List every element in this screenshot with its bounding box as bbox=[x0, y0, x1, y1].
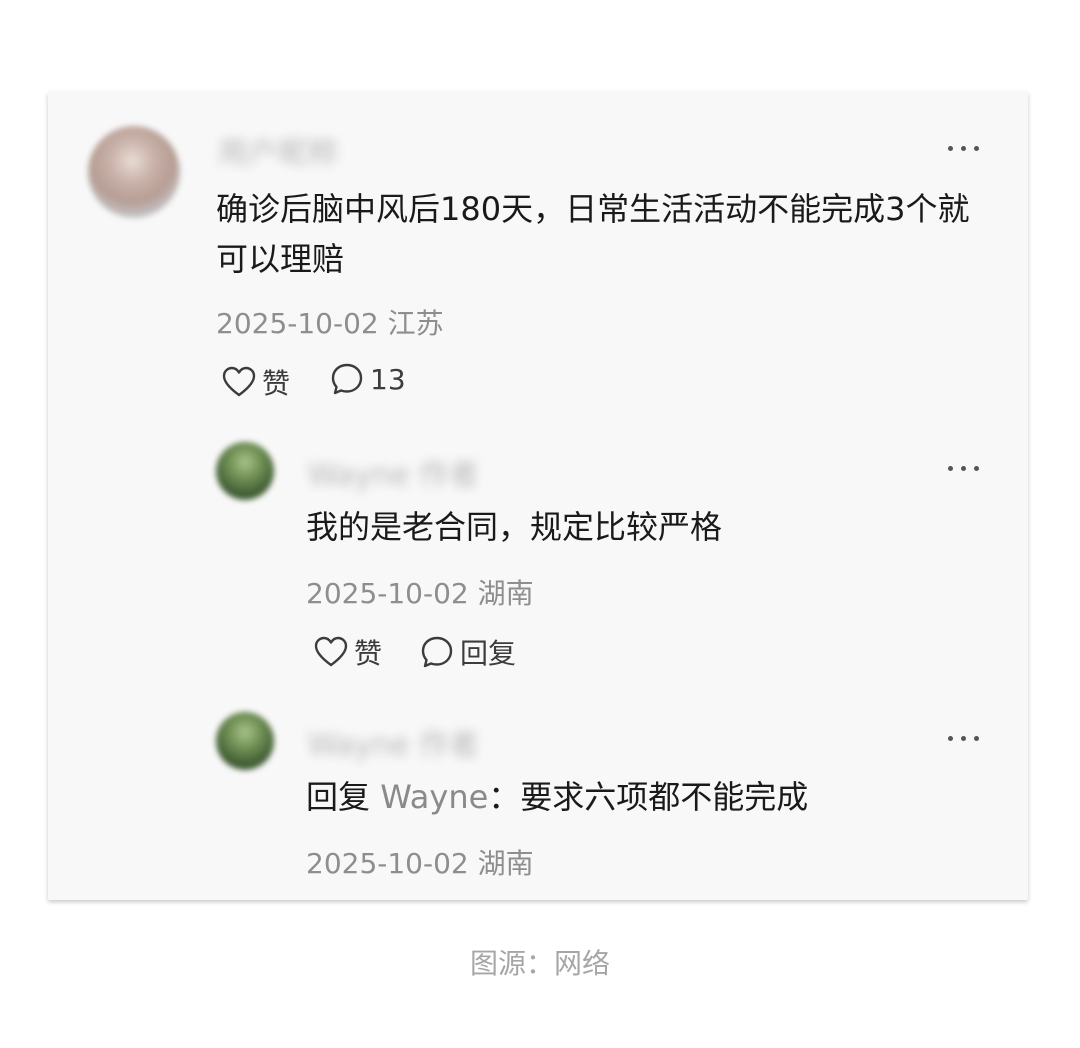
like-button[interactable]: 赞 bbox=[222, 362, 290, 402]
comment-meta: 2025-10-02 江苏 bbox=[216, 302, 444, 342]
heart-icon bbox=[314, 636, 348, 667]
comment-text: 确诊后脑中风后180天，日常生活活动不能完成3个就可以理赔 bbox=[216, 190, 970, 278]
reply-text: 我的是老合同，规定比较严格 bbox=[306, 508, 723, 546]
image-caption: 图源：网络 bbox=[469, 947, 610, 980]
comment-location: 江苏 bbox=[387, 307, 444, 340]
reply-meta: 2025-10-02 湖南 bbox=[306, 842, 534, 882]
reply-text: 回复 Wayne：要求六项都不能完成 bbox=[306, 772, 966, 822]
more-icon[interactable] bbox=[948, 146, 982, 154]
reply-label: 回复 bbox=[460, 637, 517, 670]
reply-to-user[interactable]: Wayne bbox=[380, 778, 488, 816]
reply-location: 湖南 bbox=[477, 847, 534, 880]
comment-card: 用户昵称 确诊后脑中风后180天，日常生活活动不能完成3个就可以理赔 2025-… bbox=[48, 92, 1028, 900]
username[interactable]: 用户昵称 bbox=[218, 128, 338, 172]
reply-prefix: 回复 bbox=[306, 778, 371, 816]
avatar[interactable] bbox=[216, 712, 274, 770]
like-label: 赞 bbox=[262, 367, 291, 400]
avatar[interactable] bbox=[216, 442, 274, 500]
comment-count: 13 bbox=[370, 362, 406, 396]
more-icon[interactable] bbox=[948, 736, 982, 744]
avatar[interactable] bbox=[88, 126, 180, 218]
reply-location: 湖南 bbox=[477, 577, 534, 610]
reply-button[interactable]: 回复 bbox=[420, 632, 516, 672]
heart-icon bbox=[222, 366, 256, 397]
like-label: 赞 bbox=[354, 637, 383, 670]
username[interactable]: Wayne 作者 bbox=[308, 450, 479, 494]
comment-count-button[interactable]: 13 bbox=[330, 362, 406, 396]
reply-date: 2025-10-02 bbox=[306, 577, 469, 610]
reply-content: ：要求六项都不能完成 bbox=[488, 778, 809, 816]
comment-date: 2025-10-02 bbox=[216, 307, 379, 340]
more-icon[interactable] bbox=[948, 466, 982, 474]
like-button[interactable]: 赞 bbox=[314, 632, 382, 672]
reply-meta: 2025-10-02 湖南 bbox=[306, 572, 534, 612]
username[interactable]: Wayne 作者 bbox=[308, 720, 479, 764]
comment-icon bbox=[421, 636, 453, 668]
comment-icon bbox=[331, 363, 363, 395]
reply-date: 2025-10-02 bbox=[306, 847, 469, 880]
